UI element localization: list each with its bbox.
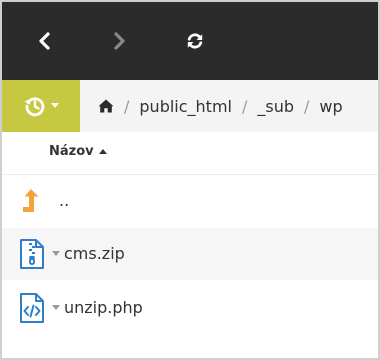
chevron-left-icon bbox=[39, 32, 50, 50]
chevron-down-icon[interactable] bbox=[52, 251, 60, 256]
zip-file-icon bbox=[20, 239, 44, 269]
back-button[interactable] bbox=[28, 24, 62, 58]
chevron-down-icon[interactable] bbox=[52, 305, 60, 310]
chevron-down-icon bbox=[51, 103, 59, 108]
breadcrumb-separator: / bbox=[241, 96, 248, 116]
top-toolbar bbox=[2, 2, 378, 80]
name-column-header[interactable]: Názov bbox=[49, 144, 107, 159]
file-list-header: Názov bbox=[2, 132, 378, 175]
refresh-button[interactable] bbox=[178, 24, 212, 58]
forward-button[interactable] bbox=[102, 24, 136, 58]
refresh-icon bbox=[187, 33, 203, 49]
list-item-name: unzip.php bbox=[64, 298, 143, 317]
history-icon bbox=[24, 97, 45, 117]
breadcrumb-item-wp[interactable]: wp bbox=[319, 97, 342, 116]
list-item-name: .. bbox=[59, 191, 70, 210]
chevron-right-icon bbox=[114, 32, 125, 50]
file-manager-window: / public_html / _sub / wp Názov .. cms.z… bbox=[0, 0, 380, 360]
list-item-unzip-php[interactable]: unzip.php bbox=[2, 282, 378, 334]
breadcrumb-bar: / public_html / _sub / wp bbox=[2, 80, 378, 133]
history-button[interactable] bbox=[2, 80, 80, 132]
home-icon bbox=[98, 99, 114, 113]
parent-folder-icon bbox=[23, 189, 39, 212]
breadcrumb-home[interactable] bbox=[98, 99, 114, 113]
code-file-icon bbox=[20, 293, 44, 323]
list-item-cms-zip[interactable]: cms.zip bbox=[2, 228, 378, 280]
name-column-label: Názov bbox=[49, 144, 94, 159]
list-item-name: cms.zip bbox=[64, 244, 125, 263]
breadcrumb-item-public-html[interactable]: public_html bbox=[139, 97, 232, 116]
breadcrumb: / public_html / _sub / wp bbox=[98, 80, 343, 132]
list-item-parent[interactable]: .. bbox=[2, 175, 378, 227]
sort-ascending-icon bbox=[98, 148, 107, 154]
breadcrumb-item-sub[interactable]: _sub bbox=[257, 97, 294, 116]
breadcrumb-separator: / bbox=[304, 96, 310, 116]
breadcrumb-separator: / bbox=[124, 96, 130, 116]
